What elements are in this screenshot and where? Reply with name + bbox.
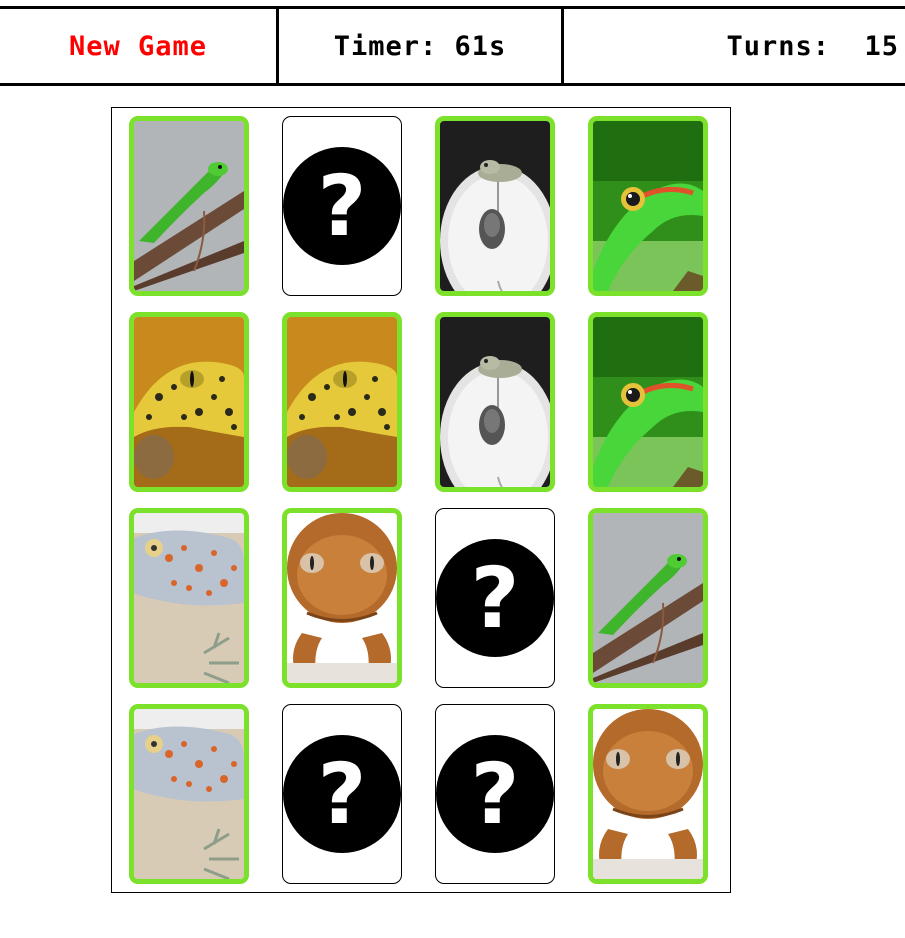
leopard-gecko-image: [134, 317, 244, 487]
matched-card: [129, 312, 249, 492]
brown-gecko-image: [287, 513, 397, 683]
matched-card: [282, 508, 402, 688]
leopard-gecko-image: [287, 317, 397, 487]
green-gecko-on-branch-image: [593, 513, 703, 683]
matched-card: [588, 704, 708, 884]
top-bar: New Game Timer: 61s Turns: 15: [0, 6, 905, 86]
question-glyph: ?: [470, 549, 520, 647]
matched-card: [588, 312, 708, 492]
question-glyph: ?: [317, 157, 367, 255]
hidden-card[interactable]: ?: [435, 508, 555, 688]
tokay-gecko-image: [134, 709, 244, 879]
turns-counter: Turns: 15: [726, 30, 899, 62]
matched-card: [129, 508, 249, 688]
game-board: ? ? ? ?: [111, 107, 731, 893]
matched-card: [435, 116, 555, 296]
matched-card: [588, 116, 708, 296]
matched-card: [435, 312, 555, 492]
frog-on-computer-mouse-image: [440, 317, 550, 487]
green-gecko-closeup-image: [593, 121, 703, 291]
hidden-card[interactable]: ?: [282, 116, 402, 296]
hidden-card[interactable]: ?: [435, 704, 555, 884]
question-glyph: ?: [317, 745, 367, 843]
brown-gecko-image: [593, 709, 703, 879]
matched-card: [129, 116, 249, 296]
hidden-card[interactable]: ?: [282, 704, 402, 884]
matched-card: [129, 704, 249, 884]
question-glyph: ?: [470, 745, 520, 843]
matched-card: [282, 312, 402, 492]
green-gecko-on-branch-image: [134, 121, 244, 291]
question-mark-icon: ?: [283, 147, 401, 265]
question-mark-icon: ?: [436, 539, 554, 657]
matched-card: [588, 508, 708, 688]
question-mark-icon: ?: [436, 735, 554, 853]
tokay-gecko-image: [134, 513, 244, 683]
frog-on-computer-mouse-image: [440, 121, 550, 291]
green-gecko-closeup-image: [593, 317, 703, 487]
new-game-button[interactable]: New Game: [0, 9, 279, 83]
question-mark-icon: ?: [283, 735, 401, 853]
timer-display: Timer: 61s: [279, 9, 564, 83]
